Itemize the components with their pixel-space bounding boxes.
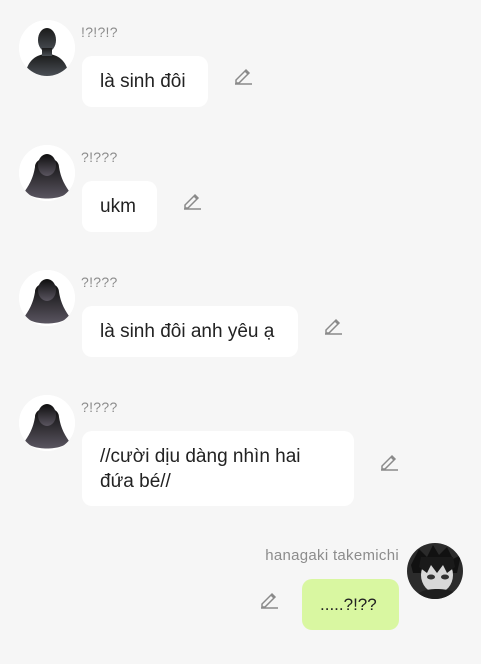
edit-pencil-icon[interactable]: [258, 588, 280, 610]
message-bubble[interactable]: là sinh đôi anh yêu ạ: [82, 306, 298, 357]
sender-name: !?!?!?: [81, 24, 118, 40]
female-silhouette-icon[interactable]: [19, 395, 75, 451]
sender-name: ?!???: [81, 149, 118, 165]
outgoing-message-bubble[interactable]: .....?!??: [302, 579, 399, 630]
edit-pencil-icon[interactable]: [232, 64, 254, 86]
sender-name: ?!???: [81, 399, 118, 415]
sender-name: hanagaki takemichi: [265, 547, 399, 564]
edit-pencil-icon[interactable]: [322, 314, 344, 336]
anime-boy-avatar-icon[interactable]: [407, 543, 463, 599]
message-bubble[interactable]: là sinh đôi: [82, 56, 208, 107]
edit-pencil-icon[interactable]: [378, 450, 400, 472]
message-bubble[interactable]: //cười dịu dàng nhìn hai đứa bé//: [82, 431, 354, 506]
male-silhouette-icon[interactable]: [19, 20, 75, 76]
female-silhouette-icon[interactable]: [19, 270, 75, 326]
sender-name: ?!???: [81, 274, 118, 290]
edit-pencil-icon[interactable]: [181, 189, 203, 211]
message-bubble[interactable]: ukm: [82, 181, 157, 232]
chat-thread: !?!?!? là sinh đôi ?!??? ukm ?!??? là si…: [0, 0, 481, 664]
female-silhouette-icon[interactable]: [19, 145, 75, 201]
